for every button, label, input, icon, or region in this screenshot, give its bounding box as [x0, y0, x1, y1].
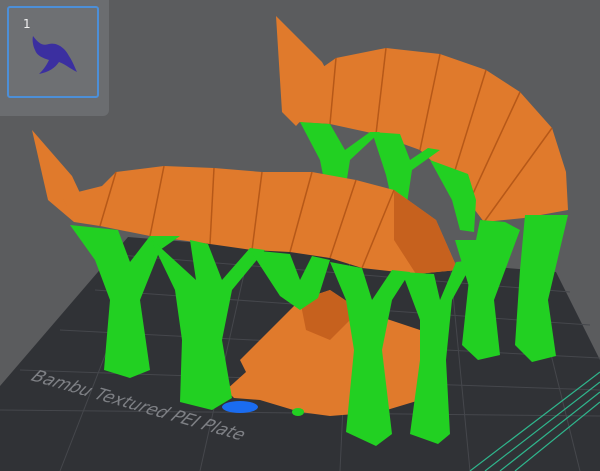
- part-silhouette-icon: [32, 36, 77, 74]
- 3d-viewport[interactable]: Bambu Textured PEI Plate 1: [0, 0, 600, 471]
- plate-thumbnail[interactable]: 1: [7, 6, 99, 98]
- plate-thumbnail-panel: 1: [0, 0, 109, 116]
- first-layer-patch: [222, 401, 258, 413]
- support-base-small: [292, 408, 304, 416]
